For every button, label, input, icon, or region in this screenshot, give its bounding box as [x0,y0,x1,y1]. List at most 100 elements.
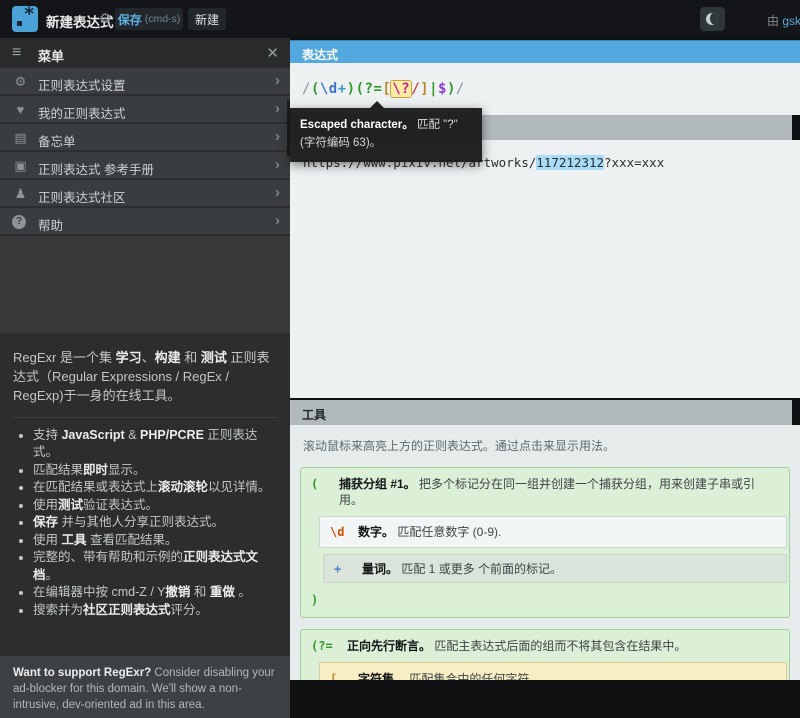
digit-token: \d [330,524,352,540]
tools-header: 工具 [290,400,792,425]
tools-header-label: 工具 [302,406,326,423]
regex-token-highlighted[interactable]: \? [391,81,411,97]
explain-nest-charset: [ 字符集。 匹配集合中的任何字符。 \? Escaped character。… [319,662,787,680]
feature-item: 使用测试验证表达式。 [33,497,277,515]
feature-item: 匹配结果即时显示。 [33,462,277,480]
group-close-token: ) [311,592,333,608]
explain-text: 数字。 匹配任意数字 (0-9). [358,524,501,540]
menu-list: ⚙ 正则表达式设置 › ♥ 我的正则表达式 › ▤ 备忘单 › ▣ 正则表达式 … [0,68,290,333]
explain-label: 量词。 [362,562,398,576]
explain-label: 正向先行断言。 [347,639,431,653]
feature-item: 在编辑器中按 cmd-Z / Y撤销 和 重做 。 [33,584,277,602]
tooltip-arrow [370,101,384,108]
new-button-label: 新建 [195,11,219,28]
regex-token[interactable]: | [429,81,438,97]
explain-row-group-open[interactable]: ( 捕获分组 #1。 把多个标记分在同一组并创建一个捕获分组，用来创建子串或引用… [301,468,789,514]
save-button[interactable]: 保存 (cmd-s) [115,8,183,30]
chevron-right-icon: › [275,72,280,89]
sidebar-item-settings[interactable]: ⚙ 正则表达式设置 › [0,68,290,96]
credit-link[interactable]: gskin [782,14,800,28]
explain-text: 捕获分组 #1。 把多个标记分在同一组并创建一个捕获分组，用来创建子串或引用。 [339,476,779,508]
regex-token[interactable]: ] [420,81,429,97]
match-highlight[interactable]: 117212312 [536,155,604,170]
credit-text: 由 gskin [767,12,800,29]
explain-row-charset[interactable]: [ 字符集。 匹配集合中的任何字符。 [320,663,786,680]
explain-text: 正向先行断言。 匹配主表达式后面的组而不将其包含在结果中。 [347,638,686,654]
top-bar: * 新建表达式 ⚙ 保存 (cmd-s) 新建 由 gskin [0,0,800,38]
sidebar-item-community[interactable]: ♟ 正则表达式社区 › [0,180,290,208]
regex-token[interactable]: $ [438,81,447,97]
sidebar-item-reference[interactable]: ▣ 正则表达式 参考手册 › [0,152,290,180]
sidebar-item-label: 正则表达式 参考手册 [38,159,154,178]
menu-icon: ≡ [12,44,21,62]
feature-list: 支持 JavaScript & PHP/PCRE 正则表达式。 匹配结果即时显示… [33,427,277,620]
test-text-input[interactable]: https://www.pixiv.net/artworks/117212312… [290,140,800,398]
sidebar-item-favorites[interactable]: ♥ 我的正则表达式 › [0,96,290,124]
lookahead-token: (?= [311,638,341,654]
regex-token[interactable]: / [302,81,311,97]
explain-nest-digit: \d 数字。 匹配任意数字 (0-9). [319,516,787,547]
explain-row-group-close[interactable]: ) [301,587,789,612]
chevron-right-icon: › [275,184,280,201]
save-button-label: 保存 [118,11,142,28]
sidebar-item-label: 我的正则表达式 [38,103,126,122]
explain-text: 字符集。 匹配集合中的任何字符。 [358,671,541,680]
regex-token[interactable]: + [338,81,347,97]
chevron-right-icon: › [275,128,280,145]
charset-token: [ [330,671,352,680]
explain-row-digit[interactable]: \d 数字。 匹配任意数字 (0-9). [320,517,786,546]
expression-settings-gear-icon[interactable]: ⚙ [99,10,112,27]
regex-token[interactable]: (?= [356,81,383,97]
cheatsheet-icon: ▤ [12,130,29,146]
dark-mode-toggle[interactable] [700,7,725,31]
tooltip-title: Escaped character。 [300,119,414,131]
feature-item: 在匹配结果或表达式上滚动滚轮以见详情。 [33,479,277,497]
regex-token[interactable]: ) [447,81,456,97]
explain-desc: 匹配 1 或更多 个前面的标记。 [398,562,562,576]
main-panel: 表达式 /(\d+)(?=[\?/]|$)/ https://www.pixiv… [290,38,800,680]
chevron-right-icon: › [275,156,280,173]
explain-row-lookahead[interactable]: (?= 正向先行断言。 匹配主表达式后面的组而不将其包含在结果中。 [301,630,789,660]
reference-book-icon: ▣ [12,158,29,174]
menu-title: 菜单 [38,46,64,65]
regex-token[interactable]: ) [347,81,356,97]
moon-icon [706,13,718,25]
sidebar-item-label: 备忘单 [38,131,76,150]
regex-token[interactable]: \d [320,81,338,97]
sidebar-item-help[interactable]: ? 帮助 › [0,208,290,236]
expression-header-label: 表达式 [302,46,338,63]
close-icon[interactable]: ✕ [266,44,279,62]
chevron-right-icon: › [275,212,280,229]
chevron-right-icon: › [275,100,280,117]
logo-asterisk-icon: * [24,3,35,25]
explain-label: 数字。 [358,525,394,539]
explain-desc: 匹配任意数字 (0-9). [394,525,501,539]
sidebar-item-cheatsheet[interactable]: ▤ 备忘单 › [0,124,290,152]
sample-after: ?xxx=xxx [604,155,664,170]
heart-icon: ♥ [12,102,29,117]
sidebar-item-label: 帮助 [38,215,63,234]
help-icon: ? [12,215,26,229]
credit-prefix: 由 [767,14,782,28]
feature-item: 支持 JavaScript & PHP/PCRE 正则表达式。 [33,427,277,462]
explain-block-lookahead: (?= 正向先行断言。 匹配主表达式后面的组而不将其包含在结果中。 [ 字符集。… [300,629,790,680]
feature-item: 保存 并与其他人分享正则表达式。 [33,514,277,532]
regex-token[interactable]: / [456,81,465,97]
save-shortcut: (cmd-s) [145,13,181,25]
regex-token[interactable]: / [411,81,420,97]
about-intro: RegExr 是一个集 学习、构建 和 测试 正则表达式（Regular Exp… [13,349,277,406]
new-button[interactable]: 新建 [188,8,226,30]
explain-row-quantifier[interactable]: + 量词。 匹配 1 或更多 个前面的标记。 [324,555,786,582]
explain-desc: 匹配主表达式后面的组而不将其包含在结果中。 [431,639,686,653]
regex-token[interactable]: [ [382,81,391,97]
regex-token[interactable]: ( [311,81,320,97]
group-open-token: ( [311,476,333,492]
regexr-logo[interactable]: * [12,6,38,32]
regex-expression: /(\d+)(?=[\?/]|$)/ [302,81,465,97]
gear-icon: ⚙ [12,74,29,90]
explain-label: 字符集。 [358,672,406,680]
feature-item: 完整的、带有帮助和示例的正则表达式文档。 [33,549,277,584]
divider [13,417,277,418]
explain-block-group: ( 捕获分组 #1。 把多个标记分在同一组并创建一个捕获分组，用来创建子串或引用… [300,467,790,618]
feature-item: 搜索并为社区正则表达式评分。 [33,602,277,620]
